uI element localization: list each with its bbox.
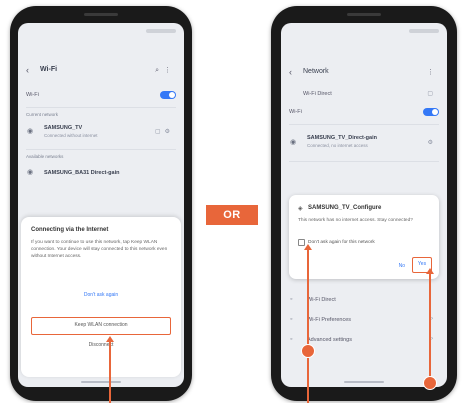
menu-item-wifi-direct[interactable]: ◦ Wi-Fi Direct [281,293,447,307]
wifi-direct-row[interactable]: Wi-Fi Direct ▢ [281,87,447,101]
menu-item-label: Advanced settings [307,337,352,343]
divider [289,124,439,125]
dialog-title: Connecting via the Internet [31,227,109,233]
section-label: Available networks [26,154,64,159]
wifi-toggle-switch[interactable] [423,108,439,116]
wifi-toggle-label: Wi-Fi [289,109,302,115]
wifi-icon: ◈ [298,206,303,212]
list-icon: ◦ [290,336,293,343]
page-title: Network [303,68,329,75]
menu-item-wifi-preferences[interactable]: ◦ Wi-Fi Preferences › [281,313,447,327]
list-icon: ◦ [290,296,293,303]
callout-marker [423,376,437,390]
dialog-title: SAMSUNG_TV_Configure [308,205,382,211]
wifi-signal-icon: ◉ [27,128,34,135]
network-name: SAMSUNG_TV [44,125,83,131]
available-networks-header: Available networks [18,153,184,163]
speaker-grille [84,13,118,16]
available-network-row[interactable]: ◉ SAMSUNG_BA31 Direct-gain [18,165,184,183]
callout-line [307,358,309,403]
checkbox-label: Don't ask again for this network [308,240,375,245]
home-indicator [344,381,384,383]
wifi-toggle-label: Wi-Fi [26,92,39,98]
connection-dialog: Connecting via the Internet If you want … [21,217,181,377]
wifi-toggle-row[interactable]: Wi-Fi [281,106,447,120]
section-label: Current network [26,112,59,117]
wifi-toggle-switch[interactable] [160,91,176,99]
wifi-signal-icon: ◉ [27,169,34,176]
chevron-right-icon: › [431,316,437,322]
network-name: SAMSUNG_BA31 Direct-gain [44,170,120,176]
back-arrow-icon[interactable]: ‹ [26,65,29,75]
settings-gear-icon[interactable]: ⚙ [428,139,437,146]
no-button[interactable]: No [399,263,405,269]
status-bar [18,23,184,41]
page-title: Wi-Fi [40,66,58,73]
status-icons [409,29,439,33]
network-settings-icon[interactable]: ▢⚙ [155,128,174,135]
no-internet-dialog: ◈ SAMSUNG_TV_Configure This network has … [289,195,439,279]
status-bar [281,23,447,41]
or-separator: OR [206,205,258,225]
keep-connection-button[interactable]: Keep WLAN connection [31,317,171,335]
network-status: Connected without internet [44,133,98,138]
callout-line [307,250,309,350]
more-options-icon[interactable]: ⋮ [427,68,439,76]
dont-ask-again-link[interactable]: Don't ask again [21,292,181,298]
chevron-right-icon: › [431,336,437,342]
app-header: ‹ Wi-Fi ⌕⋮ [18,61,184,83]
row-label: Wi-Fi Direct [303,91,332,97]
dialog-body: This network has no internet access. Sta… [298,218,413,223]
current-network-row[interactable]: ◉ SAMSUNG_TV Connected without internet … [18,122,184,144]
wifi-toggle-row[interactable]: Wi-Fi [18,89,184,103]
disconnect-button[interactable]: Disconnect [21,342,181,348]
network-row[interactable]: ◉ SAMSUNG_TV_Direct-gain Connected, no i… [281,131,447,157]
right-screen: ‹ Network ⋮ Wi-Fi Direct ▢ Wi-Fi ◉ SAMSU… [281,23,447,387]
wifi-signal-icon: ◉ [290,139,297,146]
menu-item-label: Wi-Fi Direct [307,297,336,303]
left-screen: ‹ Wi-Fi ⌕⋮ Wi-Fi Current network ◉ SAMSU… [18,23,184,387]
left-phone: ‹ Wi-Fi ⌕⋮ Wi-Fi Current network ◉ SAMSU… [10,6,192,401]
callout-marker [301,344,315,358]
callout-line [429,274,431,378]
home-indicator [81,381,121,383]
divider [289,161,439,162]
list-icon: ◦ [290,316,293,323]
current-network-header: Current network [18,111,184,121]
divider [26,149,176,150]
network-name: SAMSUNG_TV_Direct-gain [307,135,377,141]
more-options-icon[interactable]: ⌕⋮ [155,66,176,75]
menu-item-label: Wi-Fi Preferences [307,317,352,323]
callout-line [109,342,111,403]
dialog-body: If you want to continue to use this netw… [31,240,168,259]
divider [26,107,176,108]
status-icons [146,29,176,33]
back-arrow-icon[interactable]: ‹ [289,67,292,77]
chevron-right-icon: ▢ [427,91,437,97]
app-header: ‹ Network ⋮ [281,63,447,85]
speaker-grille [347,13,381,16]
network-status: Connected, no internet access [307,143,368,148]
